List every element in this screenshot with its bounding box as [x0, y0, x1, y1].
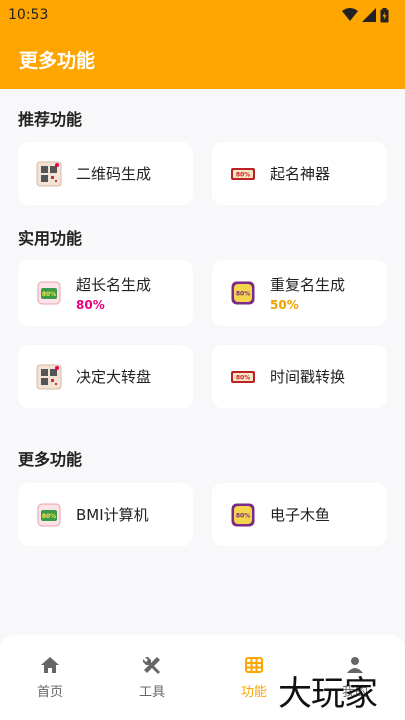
- nav-item-tools[interactable]: 工具: [122, 655, 182, 700]
- card-name-generator[interactable]: 80% 起名神器: [212, 142, 387, 205]
- card-label: 二维码生成: [76, 165, 152, 183]
- badge-80-purple-icon: 80%: [231, 281, 255, 305]
- card-label: 电子木鱼: [270, 506, 331, 524]
- watermark: 大玩家: [278, 674, 378, 714]
- svg-text:80%: 80%: [236, 291, 250, 298]
- badge-80-purple-icon: 80%: [231, 503, 255, 526]
- card-wooden-fish[interactable]: 80% 电子木鱼: [212, 483, 387, 546]
- card-label: BMI计算机: [76, 506, 149, 524]
- svg-text:80%: 80%: [42, 291, 56, 298]
- card-label: 超长名生成: [76, 276, 152, 294]
- app-bar: 更多功能: [0, 30, 405, 89]
- card-wheel[interactable]: 决定大转盘: [18, 345, 193, 408]
- card-label: 重复名生成: [270, 276, 346, 294]
- card-duplicate-name[interactable]: 80% 重复名生成 50%: [212, 260, 387, 326]
- card-label: 起名神器: [270, 165, 331, 183]
- qr-sticker-icon: [36, 161, 62, 186]
- svg-text:80%: 80%: [236, 374, 250, 381]
- badge-80-icon: 80%: [231, 167, 255, 180]
- nav-item-features[interactable]: 功能: [224, 655, 284, 700]
- section-title-more: 更多功能: [18, 450, 83, 469]
- badge-80-icon: 80%: [37, 503, 61, 526]
- card-label: 决定大转盘: [76, 368, 152, 386]
- status-bar: 10:53: [0, 0, 405, 30]
- card-percent: 80%: [76, 298, 105, 312]
- tools-icon: [143, 657, 160, 674]
- qr-sticker-icon: [36, 364, 62, 389]
- card-qr-generate[interactable]: 二维码生成: [18, 142, 193, 205]
- badge-80-icon: 80%: [231, 370, 255, 383]
- signal-icon: [362, 8, 376, 22]
- home-icon: [41, 657, 59, 673]
- main-content: 推荐功能 二维码生成 80% 起名神器 实用功能 80% 超长名生成 80% 8…: [0, 89, 405, 635]
- page-title: 更多功能: [19, 50, 96, 72]
- badge-80-icon: 80%: [37, 281, 61, 305]
- nav-label: 功能: [240, 685, 267, 700]
- card-long-name[interactable]: 80% 超长名生成 80%: [18, 260, 193, 326]
- card-label: 时间戳转换: [270, 368, 346, 386]
- card-percent: 50%: [270, 298, 299, 312]
- nav-label: 首页: [36, 685, 63, 700]
- grid-icon: [245, 657, 263, 673]
- status-time: 10:53: [8, 7, 49, 23]
- card-timestamp[interactable]: 80% 时间戳转换: [212, 345, 387, 408]
- nav-label: 工具: [138, 685, 165, 700]
- wifi-icon: [342, 8, 358, 21]
- svg-text:80%: 80%: [42, 513, 56, 520]
- nav-item-home[interactable]: 首页: [20, 655, 80, 700]
- svg-text:80%: 80%: [236, 171, 250, 178]
- battery-icon: [380, 7, 389, 22]
- card-bmi[interactable]: 80% BMI计算机: [18, 483, 193, 546]
- section-title-recommended: 推荐功能: [18, 110, 83, 129]
- svg-text:80%: 80%: [236, 512, 250, 519]
- section-title-practical: 实用功能: [18, 229, 83, 248]
- status-icons: [342, 7, 389, 23]
